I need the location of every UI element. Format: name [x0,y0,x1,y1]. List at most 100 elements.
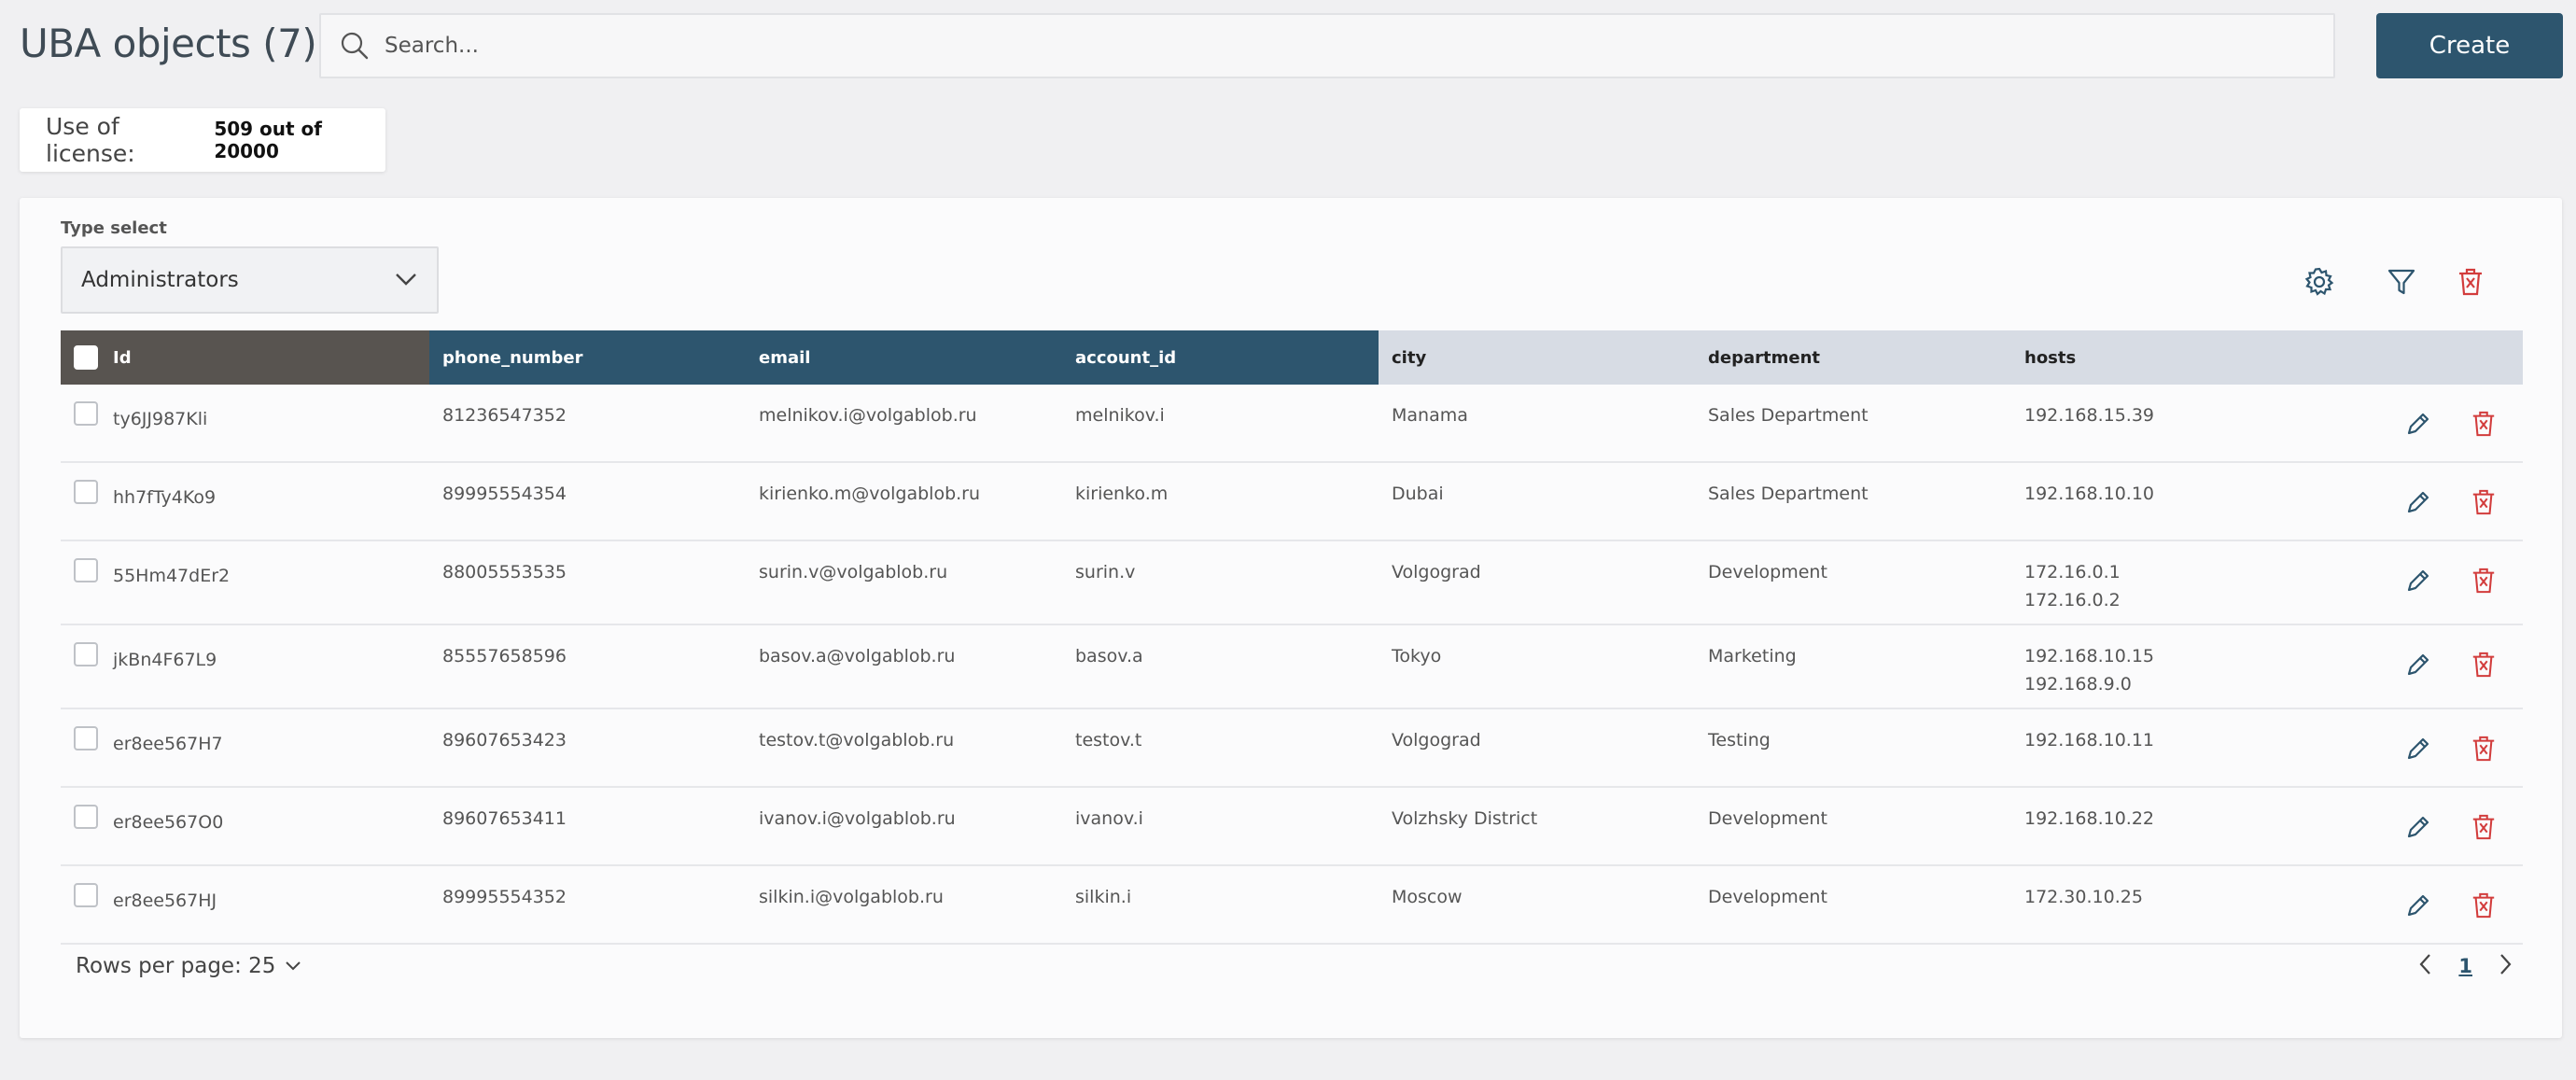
type-select-value: Administrators [81,268,239,292]
row-checkbox[interactable] [74,883,98,907]
cell-department-text: Testing [1708,730,1771,750]
row-actions [2400,866,2523,943]
host-entry: 192.168.10.22 [2024,808,2155,829]
page-number[interactable]: 1 [2458,955,2472,977]
cell-account: silkin.i [1062,866,1379,943]
rows-per-page-label: Rows per page: 25 [76,954,276,978]
cell-hosts: 172.16.0.1 172.16.0.2 [2011,541,2523,624]
cell-email: ivanov.i@volgablob.ru [746,788,1062,864]
table-row[interactable]: er8ee567HJ 89995554352 silkin.i@volgablob.… [61,866,2523,945]
host-entry: 192.168.15.39 [2024,405,2155,426]
row-checkbox[interactable] [74,805,98,829]
row-checkbox[interactable] [74,401,98,426]
table-row[interactable]: er8ee567O0 89607653411 ivanov.i@volgablob.… [61,788,2523,866]
table-row[interactable]: jkBn4F67L9 85557658596 basov.a@volgablob.r… [61,625,2523,709]
cell-id: jkBn4F67L9 [61,625,429,708]
row-checkbox[interactable] [74,726,98,750]
column-header-phone[interactable]: phone_number [429,330,746,385]
cell-phone: 88005553535 [429,541,746,624]
create-button[interactable]: Create [2376,13,2563,78]
table-row[interactable]: ty6JJ987Kli 81236547352 melnikov.i@volgabl… [61,385,2523,463]
pencil-icon[interactable] [2400,562,2437,599]
license-value: 509 out of 20000 [214,118,322,162]
trash-icon[interactable] [2465,887,2502,924]
row-checkbox[interactable] [74,558,98,582]
cell-phone: 85557658596 [429,625,746,708]
cell-email-text: testov.t@volgablob.ru [759,730,955,750]
cell-city-text: Moscow [1392,887,1463,907]
cell-department-text: Development [1708,562,1827,582]
trash-icon[interactable] [2465,808,2502,846]
cell-email-text: melnikov.i@volgablob.ru [759,405,977,426]
cell-id: ty6JJ987Kli [61,385,429,461]
pencil-icon[interactable] [2400,808,2437,846]
gear-icon[interactable] [2301,263,2338,301]
cell-phone: 89995554354 [429,463,746,540]
cell-phone-text: 89995554352 [442,887,567,907]
table-header: Id phone_number email account_id city de… [61,330,2523,385]
column-header-hosts[interactable]: hosts [2011,330,2523,385]
column-header-city[interactable]: city [1379,330,1695,385]
cell-city-text: Dubai [1392,484,1444,504]
pencil-icon[interactable] [2400,730,2437,767]
row-actions [2400,625,2523,708]
cell-phone: 89607653411 [429,788,746,864]
trash-icon[interactable] [2465,730,2502,767]
type-select-dropdown[interactable]: Administrators [61,246,439,314]
cell-id: hh7fTy4Ko9 [61,463,429,540]
cell-id-text: jkBn4F67L9 [113,650,217,670]
filter-icon[interactable] [2383,263,2420,301]
hosts-list: 172.16.0.1 172.16.0.2 [2024,541,2121,624]
pencil-icon[interactable] [2400,484,2437,521]
search-input[interactable] [385,34,2251,58]
rows-per-page-select[interactable]: Rows per page: 25 [61,954,303,978]
cell-city: Volgograd [1379,541,1695,624]
host-entry: 172.16.0.2 [2024,590,2121,610]
chevron-right-icon[interactable] [2497,952,2513,980]
cell-id-text: er8ee567O0 [113,812,224,833]
table-row[interactable]: hh7fTy4Ko9 89995554354 kirienko.m@volgablo… [61,463,2523,541]
pencil-icon[interactable] [2400,887,2437,924]
objects-table: Id phone_number email account_id city de… [61,330,2523,945]
cell-email-text: surin.v@volgablob.ru [759,562,948,582]
trash-icon[interactable] [2465,562,2502,599]
trash-icon[interactable] [2452,263,2489,301]
cell-email-text: ivanov.i@volgablob.ru [759,808,956,829]
table-row[interactable]: 55Hm47dEr2 88005553535 surin.v@volgablob.r… [61,541,2523,625]
table-row[interactable]: er8ee567H7 89607653423 testov.t@volgablob.… [61,709,2523,788]
cell-department: Development [1695,541,2011,624]
cell-phone: 81236547352 [429,385,746,461]
row-checkbox[interactable] [74,480,98,504]
cell-account-text: ivanov.i [1075,808,1143,829]
cell-city: Manama [1379,385,1695,461]
search-icon [336,27,373,64]
cell-hosts: 192.168.10.15 192.168.9.0 [2011,625,2523,708]
cell-account-text: basov.a [1075,646,1143,666]
type-select-label: Type select [61,218,167,238]
cell-email: basov.a@volgablob.ru [746,625,1062,708]
cell-hosts: 192.168.10.22 [2011,788,2523,864]
cell-city: Tokyo [1379,625,1695,708]
hosts-list: 172.30.10.25 [2024,866,2143,943]
row-checkbox[interactable] [74,642,98,666]
search-box[interactable] [319,13,2335,78]
cell-email-text: kirienko.m@volgablob.ru [759,484,981,504]
trash-icon[interactable] [2465,646,2502,683]
column-header-department[interactable]: department [1695,330,2011,385]
pencil-icon[interactable] [2400,405,2437,442]
trash-icon[interactable] [2465,405,2502,442]
pencil-icon[interactable] [2400,646,2437,683]
host-entry: 172.16.0.1 [2024,562,2121,582]
trash-icon[interactable] [2465,484,2502,521]
host-entry: 192.168.9.0 [2024,674,2132,694]
cell-id: er8ee567H7 [61,709,429,786]
cell-email: kirienko.m@volgablob.ru [746,463,1062,540]
chevron-left-icon[interactable] [2417,952,2434,980]
cell-department-text: Development [1708,887,1827,907]
column-header-email[interactable]: email [746,330,1062,385]
column-header-id[interactable]: Id [61,330,429,385]
column-header-account[interactable]: account_id [1062,330,1379,385]
cell-account: surin.v [1062,541,1379,624]
row-actions [2400,385,2523,461]
select-all-checkbox[interactable] [74,345,98,370]
